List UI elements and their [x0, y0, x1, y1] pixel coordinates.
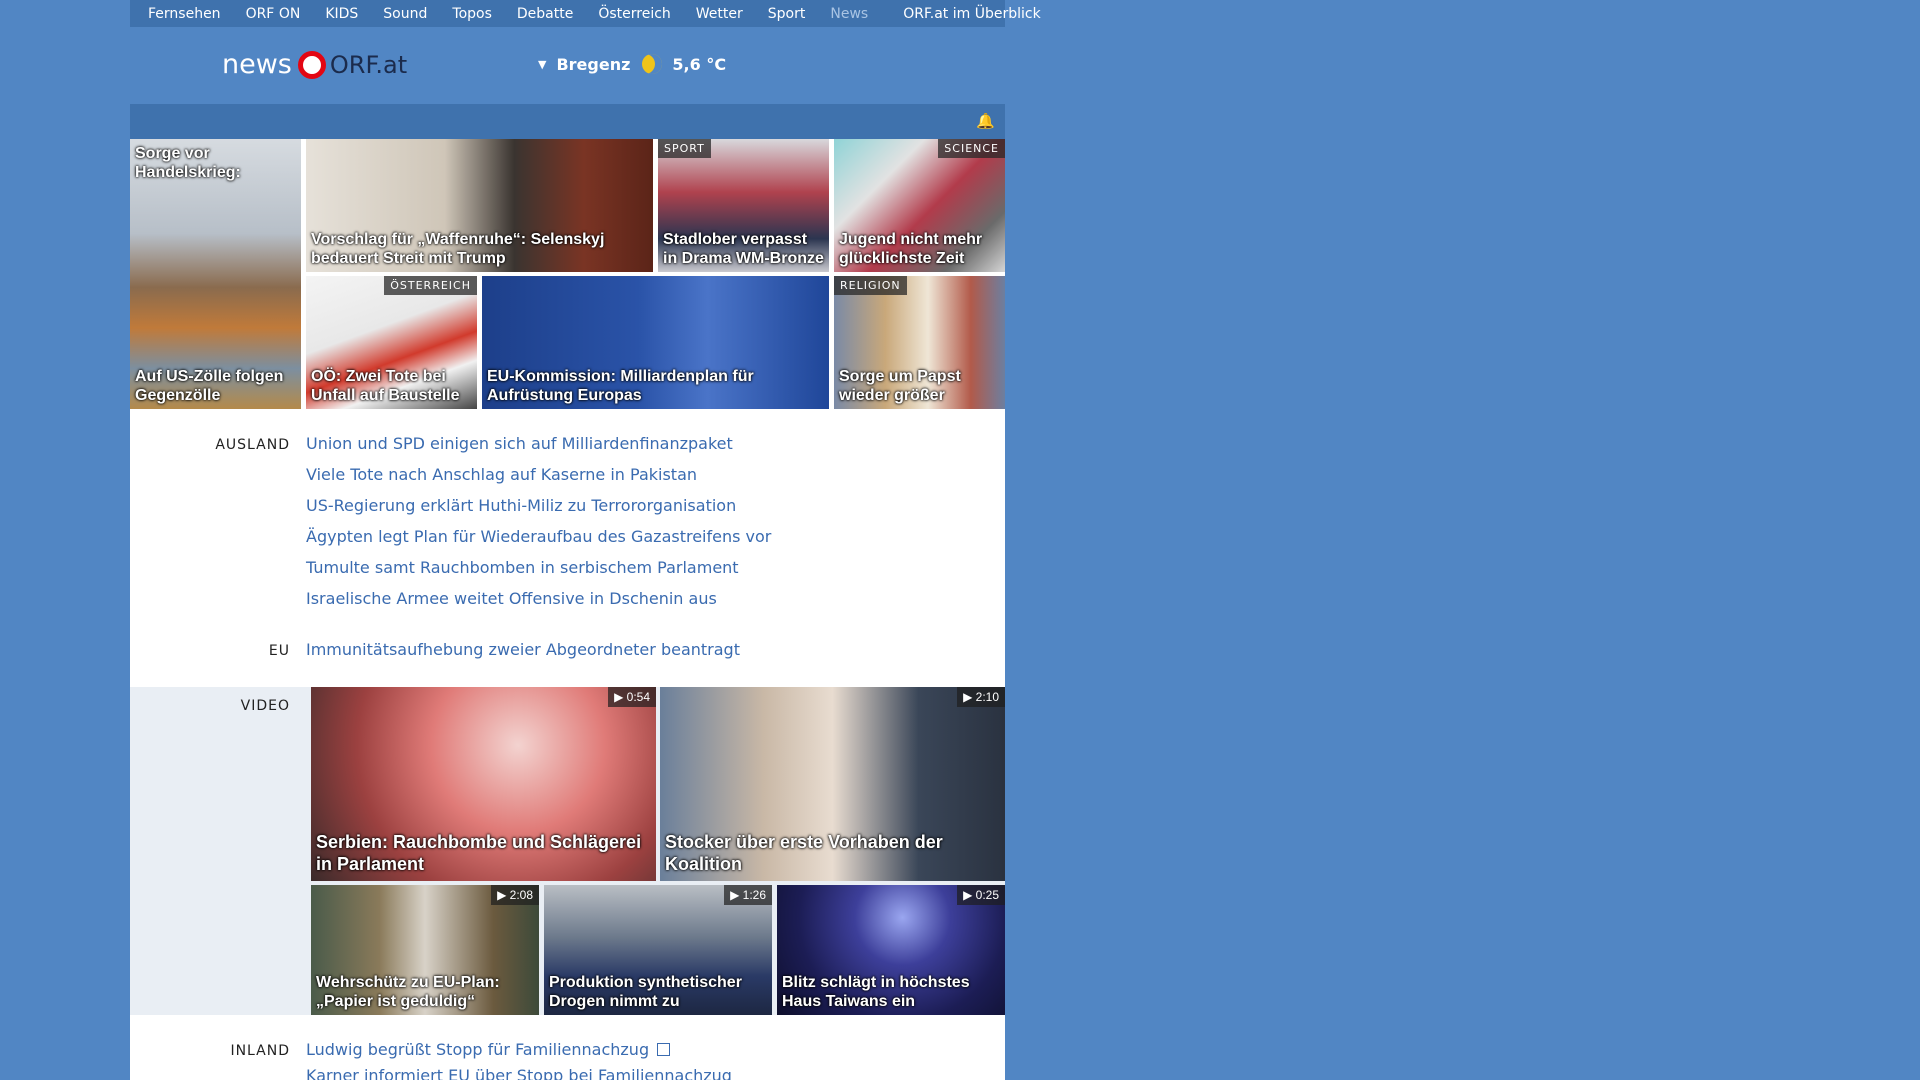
tile-caption: EU-Kommission: Milliardenplan für Aufrüs…: [487, 368, 754, 404]
section-label-video: VIDEO: [240, 698, 290, 714]
news-link[interactable]: Tumulte samt Rauchbomben in serbischem P…: [306, 558, 739, 577]
nav-item-topos[interactable]: Topos: [452, 6, 491, 22]
nav-item-oesterreich[interactable]: Österreich: [598, 6, 670, 22]
weather-widget[interactable]: ▼ Bregenz 5,6 °C: [538, 54, 726, 74]
news-link[interactable]: US-Regierung erklärt Huthi-Miliz zu Terr…: [306, 496, 736, 515]
logo-orf-text: ORF.at: [329, 50, 408, 79]
nav-item-orf-on[interactable]: ORF ON: [246, 6, 301, 22]
moon-icon: [642, 54, 663, 74]
video-tile-serbien[interactable]: ▶ 0:54 Serbien: Rauchbombe und Schlägere…: [311, 687, 656, 881]
news-link[interactable]: Karner informiert EU über Stopp bei Fami…: [306, 1066, 732, 1080]
video-duration: ▶ 0:25: [957, 885, 1005, 905]
video-duration: ▶ 2:08: [491, 885, 539, 905]
orf-ring-icon: [297, 50, 326, 79]
tile-caption: Jugend nicht mehr glücklichste Zeit: [839, 231, 983, 267]
section-label-ausland: AUSLAND: [215, 437, 290, 453]
external-link-icon: [657, 1043, 671, 1056]
video-tile-blitz[interactable]: ▶ 0:25 Blitz schlägt in höchstes Haus Ta…: [777, 885, 1005, 1015]
story-tile-jugend[interactable]: SCIENCE Jugend nicht mehr glücklichste Z…: [834, 139, 1005, 272]
tile-caption: Serbien: Rauchbombe und Schlägerei in Pa…: [316, 832, 642, 874]
tile-caption-top: Sorge vor Handelskrieg:: [135, 145, 241, 181]
tile-caption: Sorge um Papst wieder größer: [839, 368, 961, 404]
logo-news-text: news: [222, 49, 292, 80]
nav-item-fernsehen[interactable]: Fernsehen: [148, 6, 221, 22]
weather-temperature: 5,6 °C: [672, 54, 727, 74]
bell-icon[interactable]: 🔔: [976, 112, 995, 130]
section-video: VIDEO ▶ 0:54 Serbien: Rauchbombe und Sch…: [130, 687, 1005, 1015]
video-tile-stocker[interactable]: ▶ 2:10 Stocker über erste Vorhaben der K…: [660, 687, 1005, 881]
nav-item-debatte[interactable]: Debatte: [517, 6, 573, 22]
story-tile-selenskyj[interactable]: Vorschlag für „Waffenruhe“: Selenskyj be…: [306, 139, 653, 272]
tile-caption: OÖ: Zwei Tote bei Unfall auf Baustelle: [311, 368, 460, 404]
video-tile-drogen[interactable]: ▶ 1:26 Produktion synthetischer Drogen n…: [544, 885, 772, 1015]
top-navigation: Fernsehen ORF ON KIDS Sound Topos Debatt…: [130, 0, 1041, 27]
section-label-eu: EU: [268, 643, 290, 659]
tile-caption: Stocker über erste Vorhaben der Koalitio…: [665, 832, 943, 874]
video-duration: ▶ 2:10: [957, 687, 1005, 707]
video-duration: ▶ 1:26: [724, 885, 772, 905]
nav-item-kids[interactable]: KIDS: [325, 6, 358, 22]
story-tile-stadlober[interactable]: SPORT Stadlober verpasst in Drama WM-Bro…: [658, 139, 829, 272]
nav-item-news[interactable]: News: [830, 6, 868, 22]
story-tile-unfall[interactable]: ÖSTERREICH OÖ: Zwei Tote bei Unfall auf …: [306, 276, 477, 409]
tile-tag: ÖSTERREICH: [384, 276, 477, 295]
news-link-text: Ludwig begrüßt Stopp für Familiennachzug: [306, 1040, 650, 1059]
news-link[interactable]: Ludwig begrüßt Stopp für Familiennachzug: [306, 1040, 671, 1059]
news-link[interactable]: Viele Tote nach Anschlag auf Kaserne in …: [306, 465, 697, 484]
nav-item-overview[interactable]: ORF.at im Überblick: [903, 6, 1040, 22]
story-tile-eu-kommission[interactable]: EU-Kommission: Milliardenplan für Aufrüs…: [482, 276, 829, 409]
nav-item-sport[interactable]: Sport: [768, 6, 806, 22]
tile-caption: Wehrschütz zu EU-Plan: „Papier ist gedul…: [316, 974, 500, 1010]
tile-tag: SCIENCE: [938, 139, 1005, 158]
weather-location: Bregenz: [556, 54, 631, 74]
video-tile-wehrschuetz[interactable]: ▶ 2:08 Wehrschütz zu EU-Plan: „Papier is…: [311, 885, 539, 1015]
story-tile-papst[interactable]: RELIGION Sorge um Papst wieder größer: [834, 276, 1005, 409]
tile-tag: RELIGION: [834, 276, 907, 295]
story-tile-handelskrieg[interactable]: Sorge vor Handelskrieg: Auf US-Zölle fol…: [130, 139, 301, 409]
section-label-inland: INLAND: [230, 1043, 290, 1059]
dropdown-triangle-icon: ▼: [538, 57, 547, 71]
header-bar: 🔔: [130, 104, 1005, 139]
main-content: Sorge vor Handelskrieg: Auf US-Zölle fol…: [130, 139, 1005, 1080]
news-link[interactable]: Israelische Armee weitet Offensive in Ds…: [306, 589, 717, 608]
tile-caption: Produktion synthetischer Drogen nimmt zu: [549, 974, 742, 1010]
tile-caption: Auf US-Zölle folgen Gegenzölle: [135, 368, 284, 404]
tile-caption: Vorschlag für „Waffenruhe“: Selenskyj be…: [311, 231, 605, 267]
news-link[interactable]: Union und SPD einigen sich auf Milliarde…: [306, 434, 733, 453]
tile-caption: Blitz schlägt in höchstes Haus Taiwans e…: [782, 974, 970, 1010]
nav-item-wetter[interactable]: Wetter: [696, 6, 743, 22]
nav-item-sound[interactable]: Sound: [383, 6, 427, 22]
video-duration: ▶ 0:54: [608, 687, 656, 707]
news-link[interactable]: Immunitätsaufhebung zweier Abgeordneter …: [306, 640, 740, 659]
tile-tag: SPORT: [658, 139, 711, 158]
news-link[interactable]: Ägypten legt Plan für Wiederaufbau des G…: [306, 527, 771, 546]
news-orf-logo[interactable]: news ORF.at: [222, 49, 407, 80]
tile-caption: Stadlober verpasst in Drama WM-Bronze: [663, 231, 824, 267]
site-header: news ORF.at ▼ Bregenz 5,6 °C: [130, 27, 1005, 104]
